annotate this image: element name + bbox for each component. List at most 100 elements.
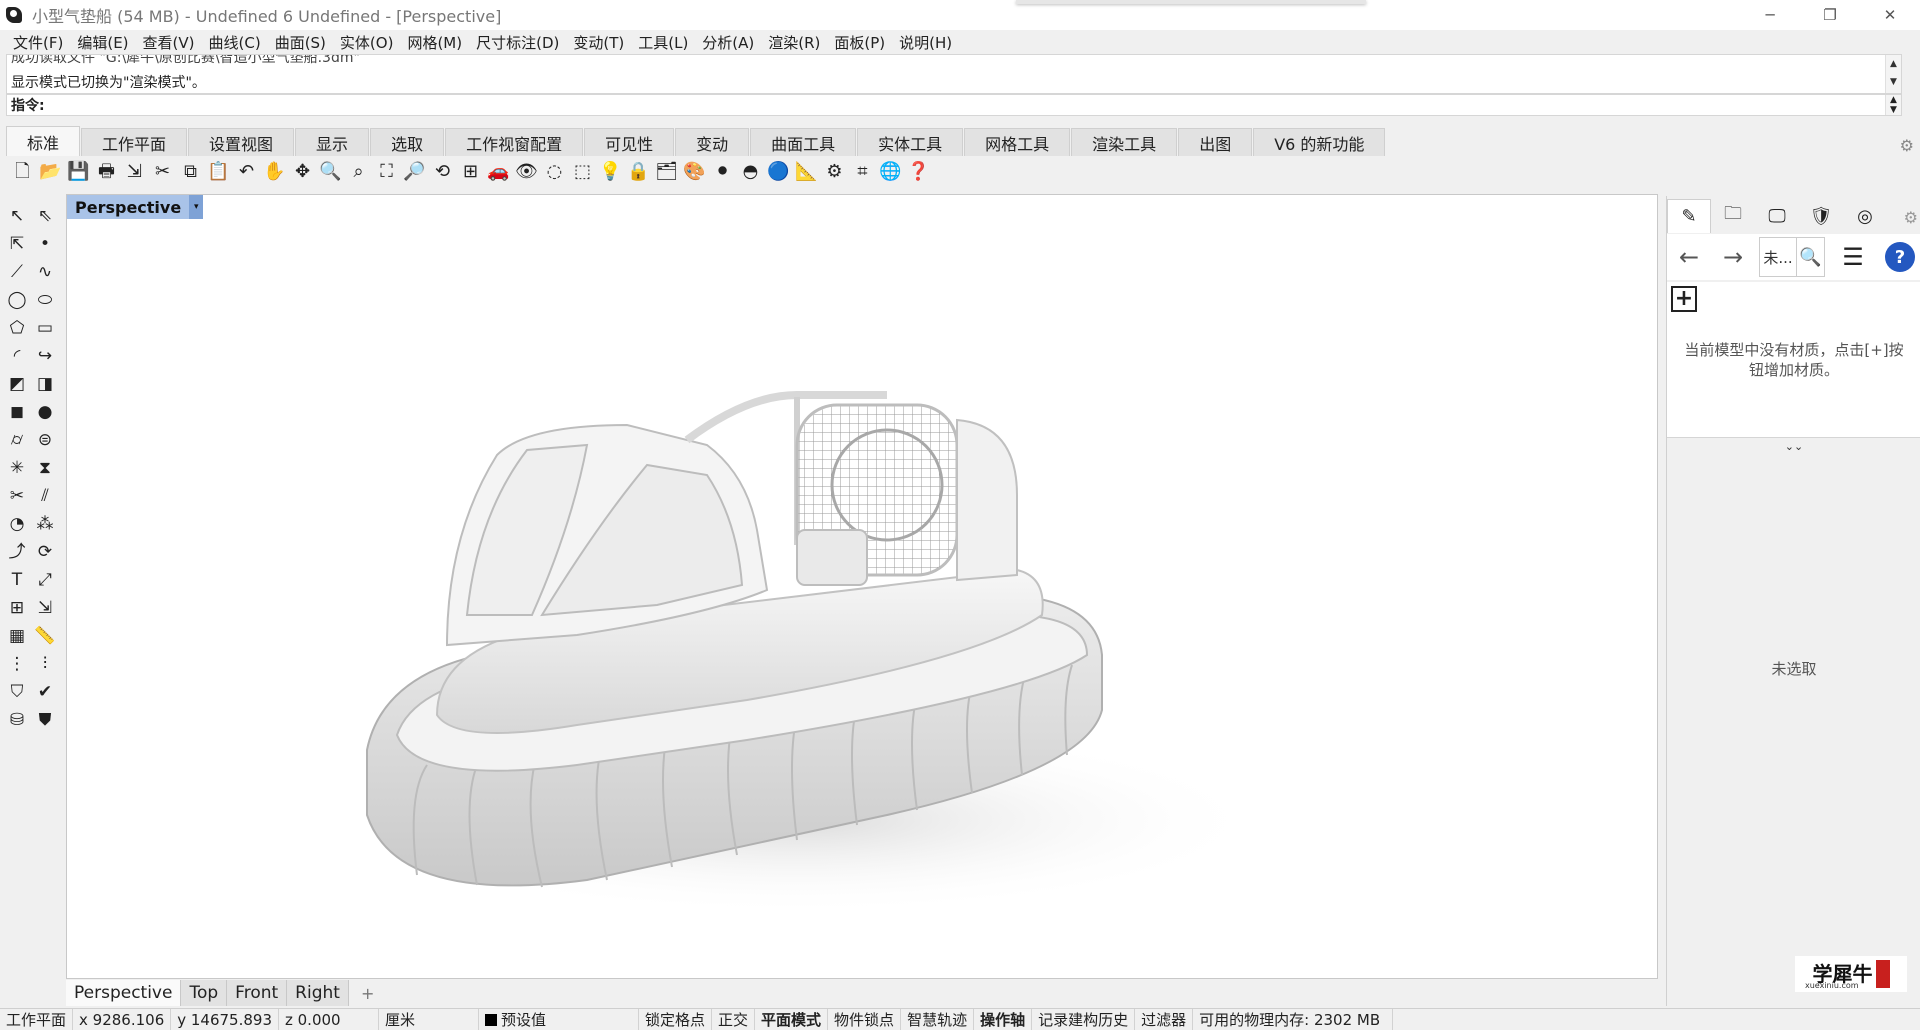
show-objects-icon[interactable]: 👁 xyxy=(514,160,539,185)
display-icon[interactable]: 🖵 xyxy=(1755,199,1799,233)
tab-7[interactable]: 变动 xyxy=(675,128,750,156)
properties-icon[interactable]: ✎ xyxy=(1667,199,1711,233)
material-filter-field[interactable]: 未... xyxy=(1759,237,1797,277)
panel-gear-icon[interactable]: ⚙ xyxy=(1904,208,1918,227)
close-button[interactable]: ✕ xyxy=(1860,0,1920,30)
globe-icon[interactable]: 🌐 xyxy=(878,160,903,185)
layers-folder-icon[interactable]: 🗀 xyxy=(1711,199,1755,233)
menu-item[interactable]: 分析(A) xyxy=(695,32,761,53)
render-mesh-icon[interactable]: ⛉ xyxy=(4,679,30,705)
tab-10[interactable]: 网格工具 xyxy=(964,128,1071,156)
dimension-icon[interactable]: ⌗ xyxy=(850,160,875,185)
status-14[interactable]: 可用的物理内存: 2302 MB xyxy=(1193,1008,1394,1030)
paste-icon[interactable]: 📋 xyxy=(206,160,231,185)
viewport-tab-perspective[interactable]: Perspective xyxy=(66,980,182,1006)
zoom-extents-icon[interactable]: ⛶ xyxy=(374,160,399,185)
hide-objects-icon[interactable]: ◌ xyxy=(542,160,567,185)
circle-icon[interactable]: ◯ xyxy=(4,287,30,313)
mesh-icon[interactable]: ▦ xyxy=(4,623,30,649)
sphere-dark-icon[interactable]: ⚫ xyxy=(710,160,735,185)
box-icon[interactable]: ◼ xyxy=(4,399,30,425)
menu-item[interactable]: 渲染(R) xyxy=(761,32,827,53)
viewport-perspective[interactable]: Perspective ▾ xyxy=(66,194,1658,979)
save-icon[interactable]: 💾 xyxy=(66,160,91,185)
trim-icon[interactable]: ✂ xyxy=(4,483,30,509)
status-13[interactable]: 过滤器 xyxy=(1135,1008,1194,1030)
history-scrollbar[interactable]: ▲ ▼ xyxy=(1885,55,1901,93)
layer-icon[interactable]: 🗂 xyxy=(654,160,679,185)
ellipse-icon[interactable]: ⬭ xyxy=(32,287,58,313)
tab-0[interactable]: 标准 xyxy=(6,126,81,156)
back-arrow-icon[interactable]: ← xyxy=(1667,237,1711,277)
tab-5[interactable]: 工作视窗配置 xyxy=(445,128,584,156)
tab-8[interactable]: 曲面工具 xyxy=(750,128,857,156)
viewport-title[interactable]: Perspective xyxy=(67,195,190,219)
open-file-icon[interactable]: 📂 xyxy=(38,160,63,185)
pipe-icon[interactable]: ⊜ xyxy=(32,427,58,453)
status-5[interactable]: 预设值 xyxy=(479,1008,639,1030)
polygon-icon[interactable]: ⬠ xyxy=(4,315,30,341)
environment-icon[interactable]: ◎ xyxy=(1843,199,1887,233)
menu-item[interactable]: 说明(H) xyxy=(892,32,959,53)
tab-13[interactable]: V6 的新功能 xyxy=(1253,128,1386,156)
text-icon[interactable]: T xyxy=(4,567,30,593)
fillet-curve-icon[interactable]: ↪ xyxy=(32,343,58,369)
viewport-tab-front[interactable]: Front xyxy=(227,980,288,1006)
sphere-render-icon[interactable]: ◓ xyxy=(738,160,763,185)
tab-9[interactable]: 实体工具 xyxy=(857,128,964,156)
viewport-tab-right[interactable]: Right xyxy=(287,980,349,1006)
fillet-edge-icon[interactable]: ◔ xyxy=(4,511,30,537)
materials-icon[interactable]: 🛡 xyxy=(1799,199,1843,233)
help-icon[interactable]: ? xyxy=(1885,242,1915,272)
hide-icon[interactable]: ⛁ xyxy=(4,707,30,733)
dimension-tool-icon[interactable]: ⤢ xyxy=(32,567,58,593)
new-file-icon[interactable]: 🗋 xyxy=(10,160,35,185)
grid-snap-icon[interactable]: 📐 xyxy=(794,160,819,185)
tab-1[interactable]: 工作平面 xyxy=(81,128,188,156)
tab-3[interactable]: 显示 xyxy=(295,128,370,156)
menu-item[interactable]: 尺寸标注(D) xyxy=(469,32,566,53)
measure-icon[interactable]: 📏 xyxy=(32,623,58,649)
status-6[interactable]: 锁定格点 xyxy=(639,1008,713,1030)
offset-icon[interactable]: ⤴ xyxy=(4,539,30,565)
viewport-menu-dropdown-icon[interactable]: ▾ xyxy=(189,195,204,219)
status-10[interactable]: 智慧轨迹 xyxy=(901,1008,975,1030)
status-3[interactable]: z 0.000 xyxy=(279,1008,379,1030)
undo-view-icon[interactable]: ⟲ xyxy=(430,160,455,185)
status-7[interactable]: 正交 xyxy=(712,1008,756,1030)
search-icon[interactable]: 🔍 xyxy=(1797,237,1825,277)
viewport-tab-top[interactable]: Top xyxy=(181,980,228,1006)
import-icon[interactable]: ⇲ xyxy=(122,160,147,185)
scale-icon[interactable]: ⇲ xyxy=(32,595,58,621)
undo-icon[interactable]: ↶ xyxy=(234,160,259,185)
tab-11[interactable]: 渲染工具 xyxy=(1071,128,1178,156)
rectangle-icon[interactable]: ▭ xyxy=(32,315,58,341)
menu-item[interactable]: 文件(F) xyxy=(6,32,70,53)
status-2[interactable]: y 14675.893 xyxy=(171,1008,279,1030)
status-8[interactable]: 平面模式 xyxy=(755,1008,829,1030)
select-arrow-icon[interactable]: ↖ xyxy=(4,203,30,229)
command-scroll[interactable]: ▲ ▼ xyxy=(1885,95,1901,115)
command-input[interactable] xyxy=(44,96,1885,114)
menu-item[interactable]: 变动(T) xyxy=(566,32,631,53)
cylinder-icon[interactable]: ⌭ xyxy=(4,427,30,453)
status-11[interactable]: 操作轴 xyxy=(974,1008,1033,1030)
arc-icon[interactable]: ◜ xyxy=(4,343,30,369)
select-objects-icon[interactable]: ⬚ xyxy=(570,160,595,185)
lock-icon[interactable]: 🔒 xyxy=(626,160,651,185)
status-1[interactable]: x 9286.106 xyxy=(73,1008,172,1030)
tab-12[interactable]: 出图 xyxy=(1178,128,1253,156)
tab-4[interactable]: 选取 xyxy=(370,128,445,156)
tab-settings-gear-icon[interactable]: ⚙ xyxy=(1900,136,1914,155)
menu-item[interactable]: 编辑(E) xyxy=(70,32,135,53)
array-icon[interactable]: ⊞ xyxy=(4,595,30,621)
color-wheel-icon[interactable]: 🎨 xyxy=(682,160,707,185)
rebuild-icon[interactable]: ⟳ xyxy=(32,539,58,565)
zoom-selected-icon[interactable]: 🔎 xyxy=(402,160,427,185)
split-icon[interactable]: ⫽ xyxy=(32,483,58,509)
menu-item[interactable]: 面板(P) xyxy=(827,32,892,53)
status-9[interactable]: 物件锁点 xyxy=(828,1008,902,1030)
sphere-icon[interactable]: ● xyxy=(32,399,58,425)
grid-array-icon[interactable]: ⋮ xyxy=(4,651,30,677)
surface-icon[interactable]: ◩ xyxy=(4,371,30,397)
